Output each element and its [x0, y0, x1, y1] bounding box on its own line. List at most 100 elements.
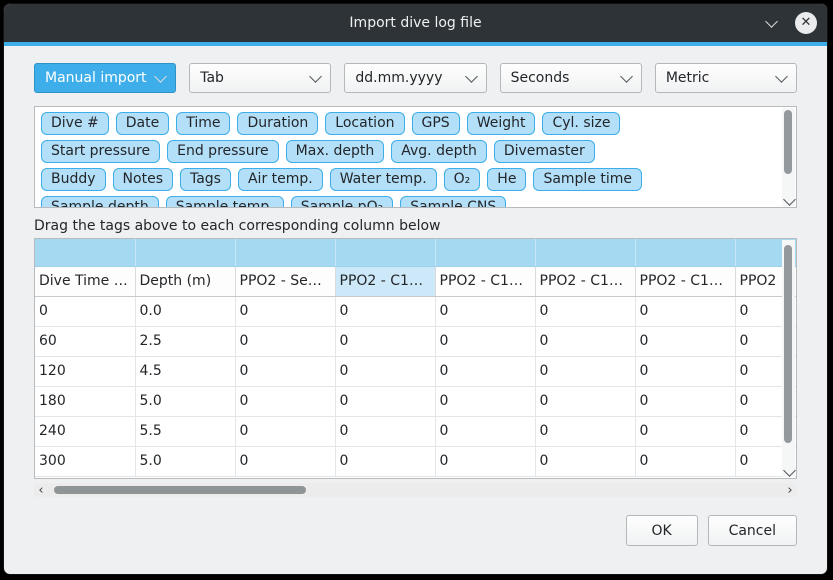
table-vertical-scrollbar[interactable]	[782, 240, 795, 477]
column-tag[interactable]: Duration	[237, 112, 318, 135]
drop-target-row	[35, 239, 797, 266]
table-cell: 0	[435, 416, 535, 446]
table-horizontal-scrollbar[interactable]: ‹ ›	[34, 483, 797, 497]
table-cell: 0	[335, 446, 435, 476]
duration-format-select[interactable]: Seconds	[500, 63, 642, 93]
titlebar-chevron-down-icon[interactable]	[761, 13, 781, 33]
drop-target-cell[interactable]	[35, 239, 135, 266]
column-tag[interactable]: Max. depth	[286, 140, 385, 163]
date-format-select[interactable]: dd.mm.yyyy	[344, 63, 486, 93]
import-type-select[interactable]: Manual import	[34, 63, 176, 93]
toolbar: Manual import Tab dd.mm.yyyy Seconds Met…	[34, 63, 797, 93]
table-cell: 0	[235, 326, 335, 356]
scrollbar-handle[interactable]	[784, 245, 792, 443]
table-cell: 0	[435, 386, 535, 416]
titlebar[interactable]: Import dive log file ✕	[4, 4, 827, 42]
column-header[interactable]: PPO2 - C1…	[435, 266, 535, 296]
column-header[interactable]: PPO2 - C1…	[635, 266, 735, 296]
column-tag[interactable]: Sample time	[533, 168, 642, 191]
scrollbar-handle[interactable]	[784, 110, 792, 174]
table-cell: 240	[35, 416, 135, 446]
table-cell: 0	[535, 356, 635, 386]
tag-list-scrollbar[interactable]	[782, 108, 795, 206]
column-header[interactable]: PPO2 - Se…	[235, 266, 335, 296]
import-dialog-window: Import dive log file ✕ Manual import Tab…	[3, 3, 828, 575]
table-cell: 4.5	[135, 356, 235, 386]
scroll-down-icon[interactable]	[783, 464, 796, 477]
table-cell: 5.0	[135, 386, 235, 416]
table-cell: 0	[535, 416, 635, 446]
table-cell: 0	[535, 446, 635, 476]
column-tag[interactable]: Notes	[113, 168, 173, 191]
table-cell: 0	[635, 326, 735, 356]
column-tag[interactable]: Buddy	[41, 168, 106, 191]
scroll-right-icon[interactable]: ›	[783, 483, 797, 497]
table-cell: 0	[335, 416, 435, 446]
table-cell: 0	[35, 296, 135, 326]
column-header[interactable]: PPO2 - C1…	[335, 266, 435, 296]
field-separator-select[interactable]: Tab	[189, 63, 331, 93]
column-tag[interactable]: Sample temp.	[166, 196, 284, 208]
table-cell: 0	[435, 446, 535, 476]
table-cell: 0	[635, 416, 735, 446]
date-format-value: dd.mm.yyyy	[355, 70, 442, 86]
column-tag[interactable]: Water temp.	[330, 168, 437, 191]
column-tag[interactable]: Avg. depth	[391, 140, 487, 163]
scroll-left-icon[interactable]: ‹	[34, 483, 48, 497]
column-tag[interactable]: GPS	[412, 112, 460, 135]
titlebar-accent-line	[4, 42, 827, 46]
table-cell: 0	[635, 446, 735, 476]
chevron-down-icon	[775, 70, 788, 83]
titlebar-buttons: ✕	[761, 4, 817, 42]
grid-body: Dive Time …Depth (m)PPO2 - Se…PPO2 - C1……	[35, 239, 797, 476]
drop-target-cell[interactable]	[135, 239, 235, 266]
column-tag[interactable]: O₂	[444, 168, 481, 191]
column-tag[interactable]: Time	[176, 112, 230, 135]
table-cell: 0	[435, 326, 535, 356]
column-tag[interactable]: Sample depth	[41, 196, 159, 208]
column-tag[interactable]: Divemaster	[494, 140, 595, 163]
column-tag[interactable]: Tags	[180, 168, 231, 191]
column-tag[interactable]: Sample CNS	[400, 196, 506, 208]
table-cell: 2.5	[135, 326, 235, 356]
preview-grid: Dive Time …Depth (m)PPO2 - Se…PPO2 - C1……	[35, 239, 797, 477]
column-tag[interactable]: Air temp.	[238, 168, 323, 191]
close-button[interactable]: ✕	[795, 12, 817, 34]
column-tag[interactable]: Date	[116, 112, 169, 135]
column-tag[interactable]: Location	[325, 112, 404, 135]
drop-target-cell[interactable]	[635, 239, 735, 266]
dialog-footer: OK Cancel	[34, 515, 797, 546]
units-select[interactable]: Metric	[655, 63, 797, 93]
header-row: Dive Time …Depth (m)PPO2 - Se…PPO2 - C1……	[35, 266, 797, 296]
cancel-button[interactable]: Cancel	[708, 515, 797, 546]
tag-row: Dive # Date Time Duration Location GPS Weight C…	[41, 112, 790, 135]
chevron-down-icon	[154, 70, 167, 83]
column-header[interactable]: PPO2 - C1…	[535, 266, 635, 296]
scroll-down-icon[interactable]	[783, 193, 796, 206]
column-tag[interactable]: He	[487, 168, 526, 191]
column-header[interactable]: Dive Time …	[35, 266, 135, 296]
tag-list-panel: Dive # Date Time Duration Location GPS Weight C…	[34, 106, 797, 208]
column-tag[interactable]: End pressure	[167, 140, 279, 163]
column-tag[interactable]: Cyl. size	[542, 112, 620, 135]
table-cell: 0	[335, 356, 435, 386]
column-tag[interactable]: Dive #	[41, 112, 109, 135]
ok-button[interactable]: OK	[626, 515, 698, 546]
table-cell: 0	[335, 386, 435, 416]
table-cell: 60	[35, 326, 135, 356]
drop-target-cell[interactable]	[535, 239, 635, 266]
table-cell: 300	[35, 446, 135, 476]
column-tag[interactable]: Start pressure	[41, 140, 160, 163]
column-tag[interactable]: Sample pO₂	[291, 196, 393, 208]
drop-target-cell[interactable]	[235, 239, 335, 266]
column-header[interactable]: Depth (m)	[135, 266, 235, 296]
chevron-down-icon	[310, 70, 323, 83]
scrollbar-handle[interactable]	[54, 486, 306, 494]
drop-target-cell[interactable]	[435, 239, 535, 266]
tag-row: Sample depth Sample temp. Sample pO₂ Sample…	[41, 196, 790, 208]
drop-target-cell[interactable]	[335, 239, 435, 266]
chevron-down-icon	[620, 70, 633, 83]
table-cell: 0	[235, 446, 335, 476]
table-row: 1204.5000000	[35, 356, 797, 386]
column-tag[interactable]: Weight	[467, 112, 536, 135]
